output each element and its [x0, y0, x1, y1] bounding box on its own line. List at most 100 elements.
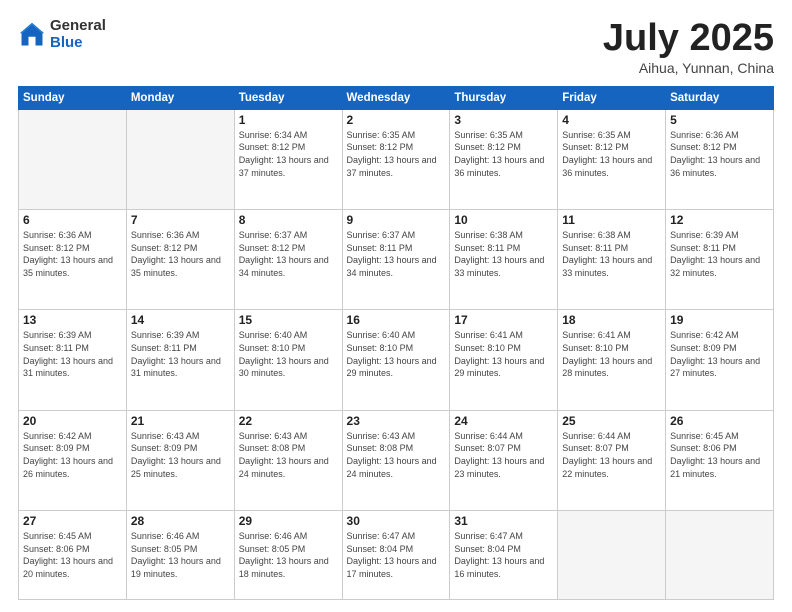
logo-blue: Blue: [50, 35, 106, 52]
header: General Blue July 2025 Aihua, Yunnan, Ch…: [18, 18, 774, 76]
day-number: 8: [239, 213, 338, 227]
day-detail: Sunrise: 6:39 AMSunset: 8:11 PMDaylight:…: [131, 329, 230, 379]
day-detail: Sunrise: 6:40 AMSunset: 8:10 PMDaylight:…: [239, 329, 338, 379]
day-detail: Sunrise: 6:37 AMSunset: 8:11 PMDaylight:…: [347, 229, 446, 279]
day-number: 11: [562, 213, 661, 227]
day-detail: Sunrise: 6:39 AMSunset: 8:11 PMDaylight:…: [670, 229, 769, 279]
day-number: 31: [454, 514, 553, 528]
day-number: 25: [562, 414, 661, 428]
calendar-day-cell: 13 Sunrise: 6:39 AMSunset: 8:11 PMDayligh…: [19, 310, 127, 410]
day-number: 29: [239, 514, 338, 528]
calendar-day-cell: 7 Sunrise: 6:36 AMSunset: 8:12 PMDaylight…: [126, 210, 234, 310]
calendar-day-cell: 10 Sunrise: 6:38 AMSunset: 8:11 PMDayligh…: [450, 210, 558, 310]
logo-general: General: [50, 18, 106, 35]
day-detail: Sunrise: 6:42 AMSunset: 8:09 PMDaylight:…: [670, 329, 769, 379]
calendar-day-cell: [126, 109, 234, 209]
day-detail: Sunrise: 6:46 AMSunset: 8:05 PMDaylight:…: [239, 530, 338, 580]
day-detail: Sunrise: 6:44 AMSunset: 8:07 PMDaylight:…: [562, 430, 661, 480]
calendar-day-cell: 26 Sunrise: 6:45 AMSunset: 8:06 PMDayligh…: [666, 410, 774, 510]
day-detail: Sunrise: 6:38 AMSunset: 8:11 PMDaylight:…: [454, 229, 553, 279]
weekday-header: Friday: [558, 86, 666, 109]
calendar-day-cell: 23 Sunrise: 6:43 AMSunset: 8:08 PMDayligh…: [342, 410, 450, 510]
day-detail: Sunrise: 6:43 AMSunset: 8:09 PMDaylight:…: [131, 430, 230, 480]
calendar-day-cell: 28 Sunrise: 6:46 AMSunset: 8:05 PMDayligh…: [126, 511, 234, 600]
day-detail: Sunrise: 6:44 AMSunset: 8:07 PMDaylight:…: [454, 430, 553, 480]
calendar-week-row: 27 Sunrise: 6:45 AMSunset: 8:06 PMDayligh…: [19, 511, 774, 600]
day-detail: Sunrise: 6:40 AMSunset: 8:10 PMDaylight:…: [347, 329, 446, 379]
calendar-day-cell: [666, 511, 774, 600]
day-number: 6: [23, 213, 122, 227]
calendar-day-cell: 18 Sunrise: 6:41 AMSunset: 8:10 PMDayligh…: [558, 310, 666, 410]
day-detail: Sunrise: 6:47 AMSunset: 8:04 PMDaylight:…: [347, 530, 446, 580]
logo-icon: [18, 21, 46, 49]
day-number: 27: [23, 514, 122, 528]
calendar-day-cell: 25 Sunrise: 6:44 AMSunset: 8:07 PMDayligh…: [558, 410, 666, 510]
title-month: July 2025: [603, 18, 774, 60]
day-number: 13: [23, 313, 122, 327]
logo-text: General Blue: [50, 18, 106, 51]
day-detail: Sunrise: 6:46 AMSunset: 8:05 PMDaylight:…: [131, 530, 230, 580]
day-number: 7: [131, 213, 230, 227]
day-number: 14: [131, 313, 230, 327]
calendar-day-cell: 14 Sunrise: 6:39 AMSunset: 8:11 PMDayligh…: [126, 310, 234, 410]
calendar-day-cell: 16 Sunrise: 6:40 AMSunset: 8:10 PMDayligh…: [342, 310, 450, 410]
day-number: 26: [670, 414, 769, 428]
title-location: Aihua, Yunnan, China: [603, 60, 774, 76]
day-number: 3: [454, 113, 553, 127]
day-number: 16: [347, 313, 446, 327]
calendar-day-cell: 6 Sunrise: 6:36 AMSunset: 8:12 PMDaylight…: [19, 210, 127, 310]
day-detail: Sunrise: 6:36 AMSunset: 8:12 PMDaylight:…: [23, 229, 122, 279]
day-number: 28: [131, 514, 230, 528]
day-detail: Sunrise: 6:35 AMSunset: 8:12 PMDaylight:…: [347, 129, 446, 179]
day-number: 20: [23, 414, 122, 428]
calendar-day-cell: 5Sunrise: 6:36 AMSunset: 8:12 PMDaylight…: [666, 109, 774, 209]
day-number: 12: [670, 213, 769, 227]
day-number: 10: [454, 213, 553, 227]
logo: General Blue: [18, 18, 106, 51]
calendar-week-row: 6 Sunrise: 6:36 AMSunset: 8:12 PMDaylight…: [19, 210, 774, 310]
page: General Blue July 2025 Aihua, Yunnan, Ch…: [0, 0, 792, 612]
day-number: 19: [670, 313, 769, 327]
day-number: 21: [131, 414, 230, 428]
day-detail: Sunrise: 6:41 AMSunset: 8:10 PMDaylight:…: [562, 329, 661, 379]
day-number: 4: [562, 113, 661, 127]
calendar-table: SundayMondayTuesdayWednesdayThursdayFrid…: [18, 86, 774, 600]
day-number: 9: [347, 213, 446, 227]
calendar-day-cell: 15 Sunrise: 6:40 AMSunset: 8:10 PMDayligh…: [234, 310, 342, 410]
day-number: 1: [239, 113, 338, 127]
day-detail: Sunrise: 6:39 AMSunset: 8:11 PMDaylight:…: [23, 329, 122, 379]
calendar-day-cell: 8Sunrise: 6:37 AMSunset: 8:12 PMDaylight…: [234, 210, 342, 310]
day-number: 18: [562, 313, 661, 327]
day-detail: Sunrise: 6:45 AMSunset: 8:06 PMDaylight:…: [670, 430, 769, 480]
calendar-day-cell: 17Sunrise: 6:41 AMSunset: 8:10 PMDayligh…: [450, 310, 558, 410]
day-number: 2: [347, 113, 446, 127]
day-number: 15: [239, 313, 338, 327]
day-detail: Sunrise: 6:45 AMSunset: 8:06 PMDaylight:…: [23, 530, 122, 580]
day-number: 24: [454, 414, 553, 428]
day-number: 23: [347, 414, 446, 428]
calendar-day-cell: 22 Sunrise: 6:43 AMSunset: 8:08 PMDayligh…: [234, 410, 342, 510]
calendar-day-cell: 20Sunrise: 6:42 AMSunset: 8:09 PMDayligh…: [19, 410, 127, 510]
calendar-week-row: 20Sunrise: 6:42 AMSunset: 8:09 PMDayligh…: [19, 410, 774, 510]
calendar-day-cell: 30 Sunrise: 6:47 AMSunset: 8:04 PMDayligh…: [342, 511, 450, 600]
title-block: July 2025 Aihua, Yunnan, China: [603, 18, 774, 76]
calendar-day-cell: 27 Sunrise: 6:45 AMSunset: 8:06 PMDayligh…: [19, 511, 127, 600]
day-detail: Sunrise: 6:36 AMSunset: 8:12 PMDaylight:…: [131, 229, 230, 279]
day-number: 5: [670, 113, 769, 127]
calendar-day-cell: 4 Sunrise: 6:35 AMSunset: 8:12 PMDaylight…: [558, 109, 666, 209]
day-detail: Sunrise: 6:38 AMSunset: 8:11 PMDaylight:…: [562, 229, 661, 279]
day-detail: Sunrise: 6:43 AMSunset: 8:08 PMDaylight:…: [347, 430, 446, 480]
day-detail: Sunrise: 6:43 AMSunset: 8:08 PMDaylight:…: [239, 430, 338, 480]
weekday-header: Thursday: [450, 86, 558, 109]
weekday-header-row: SundayMondayTuesdayWednesdayThursdayFrid…: [19, 86, 774, 109]
weekday-header: Saturday: [666, 86, 774, 109]
calendar-day-cell: 2 Sunrise: 6:35 AMSunset: 8:12 PMDaylight…: [342, 109, 450, 209]
day-number: 30: [347, 514, 446, 528]
weekday-header: Tuesday: [234, 86, 342, 109]
day-detail: Sunrise: 6:35 AMSunset: 8:12 PMDaylight:…: [454, 129, 553, 179]
weekday-header: Monday: [126, 86, 234, 109]
weekday-header: Sunday: [19, 86, 127, 109]
day-detail: Sunrise: 6:35 AMSunset: 8:12 PMDaylight:…: [562, 129, 661, 179]
day-number: 22: [239, 414, 338, 428]
calendar-day-cell: 21 Sunrise: 6:43 AMSunset: 8:09 PMDayligh…: [126, 410, 234, 510]
